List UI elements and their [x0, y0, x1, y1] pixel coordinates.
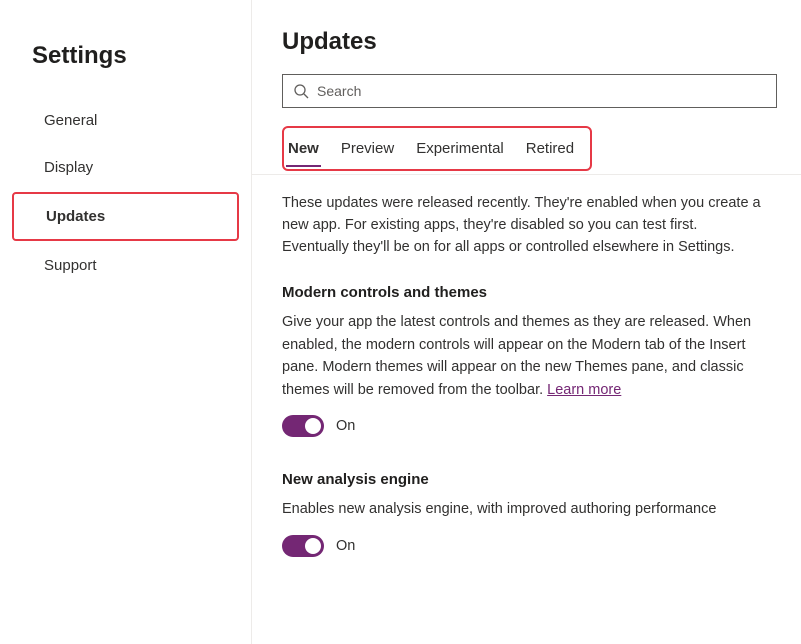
section-description-text: Give your app the latest controls and th…: [282, 314, 751, 397]
tab-preview[interactable]: Preview: [339, 130, 396, 167]
section-title: Modern controls and themes: [282, 284, 777, 301]
section-title: New analysis engine: [282, 471, 777, 488]
sidebar-item-support[interactable]: Support: [12, 243, 239, 288]
toggle-new-analysis-engine[interactable]: [282, 535, 324, 557]
sidebar-item-display[interactable]: Display: [12, 145, 239, 190]
toggle-row: On: [282, 415, 777, 437]
search-box[interactable]: [282, 74, 777, 108]
sidebar-title: Settings: [0, 42, 251, 98]
tab-new[interactable]: New: [286, 130, 321, 167]
tab-experimental[interactable]: Experimental: [414, 130, 506, 167]
main-panel: Updates New Preview Experimental Retired…: [252, 0, 801, 644]
tab-retired[interactable]: Retired: [524, 130, 576, 167]
toggle-knob: [305, 418, 321, 434]
toggle-label: On: [336, 418, 355, 434]
tab-description: These updates were released recently. Th…: [282, 193, 762, 258]
sidebar: Settings General Display Updates Support: [0, 0, 252, 644]
section-new-analysis-engine: New analysis engine Enables new analysis…: [282, 471, 777, 556]
toggle-label: On: [336, 538, 355, 554]
toggle-knob: [305, 538, 321, 554]
search-icon: [293, 83, 309, 99]
page-title: Updates: [282, 28, 777, 56]
divider: [252, 174, 801, 175]
search-input[interactable]: [317, 83, 766, 99]
section-modern-controls: Modern controls and themes Give your app…: [282, 284, 777, 437]
sidebar-item-general[interactable]: General: [12, 98, 239, 143]
section-description: Enables new analysis engine, with improv…: [282, 498, 762, 520]
section-description: Give your app the latest controls and th…: [282, 311, 762, 401]
tabs: New Preview Experimental Retired: [286, 130, 576, 167]
learn-more-link[interactable]: Learn more: [547, 382, 621, 398]
tabs-highlight-box: New Preview Experimental Retired: [282, 126, 592, 171]
sidebar-item-updates[interactable]: Updates: [12, 192, 239, 241]
toggle-row: On: [282, 535, 777, 557]
toggle-modern-controls[interactable]: [282, 415, 324, 437]
